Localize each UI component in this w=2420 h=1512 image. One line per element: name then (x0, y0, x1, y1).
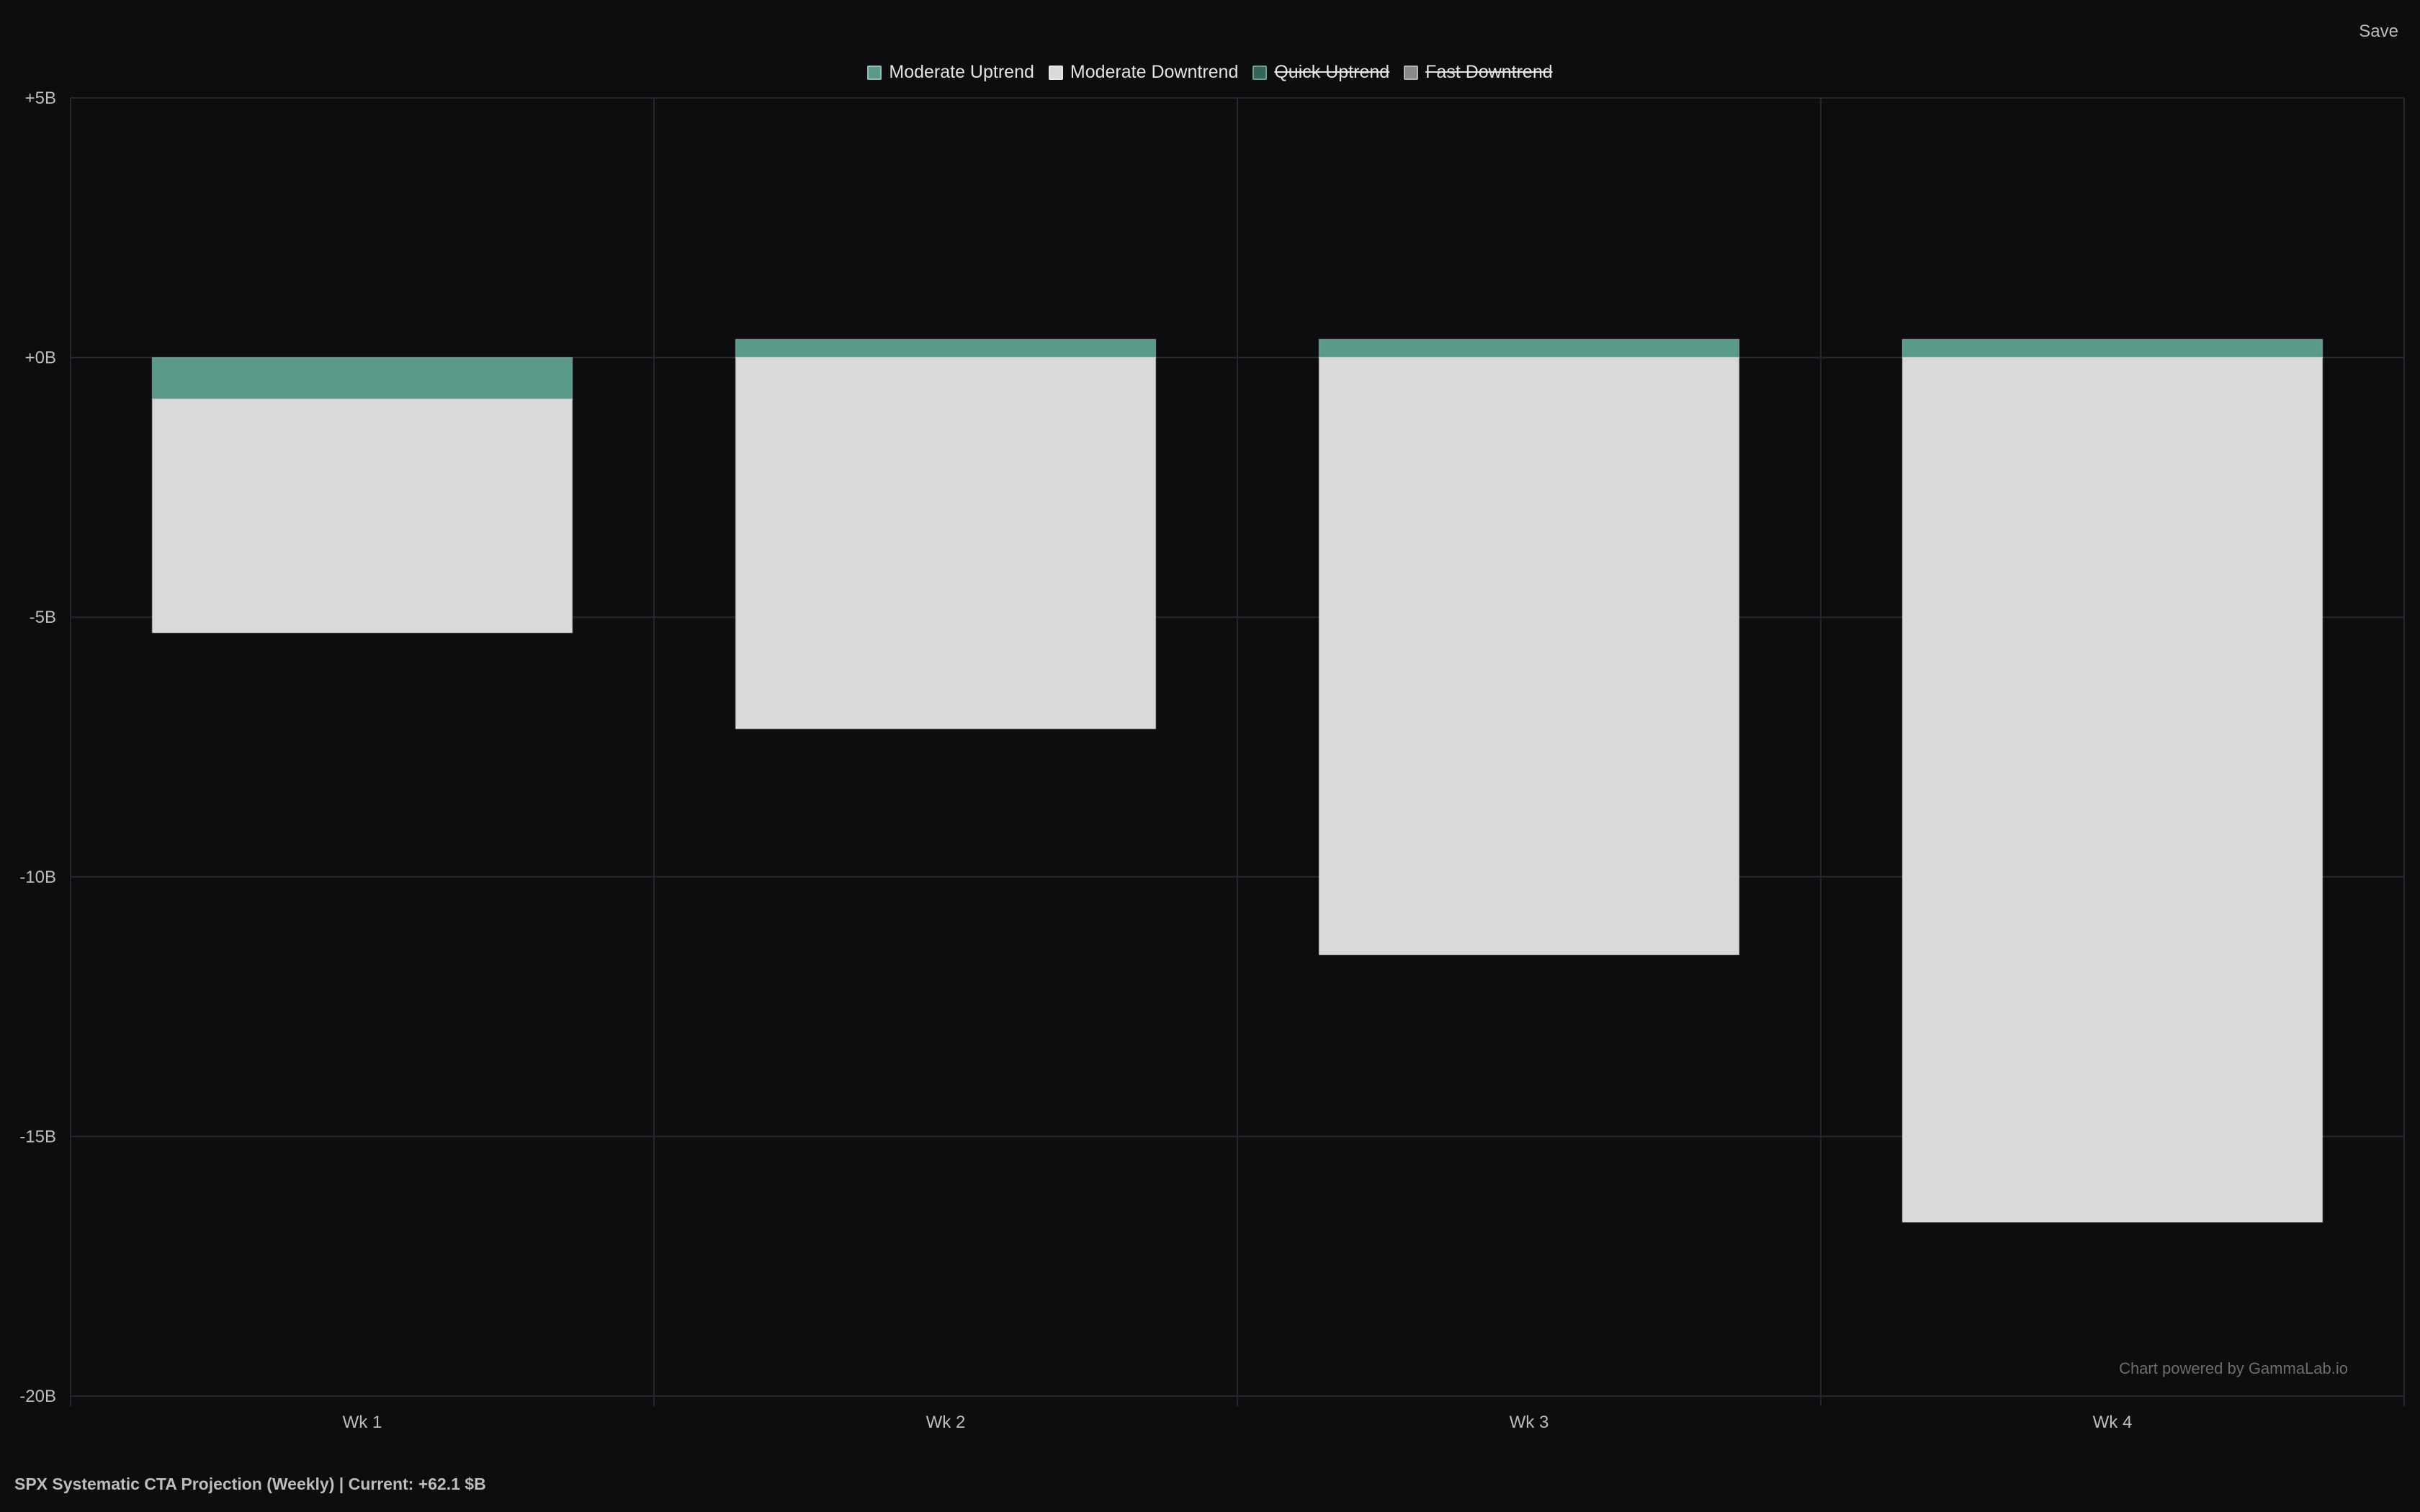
x-tick-label: Wk 1 (343, 1413, 382, 1432)
watermark-text: Chart powered by GammaLab.io (2119, 1359, 2348, 1377)
bar-moderate-uptrend (735, 338, 1157, 359)
x-tick-label: Wk 3 (1510, 1413, 1549, 1432)
x-tick-label: Wk 4 (2093, 1413, 2133, 1432)
bar-moderate-uptrend (151, 356, 573, 400)
y-tick-label: -5B (30, 608, 56, 627)
bar-moderate-downtrend (1318, 356, 1740, 955)
bar-moderate-downtrend (151, 398, 573, 634)
y-tick-label: +5B (25, 89, 56, 108)
bar-moderate-downtrend (735, 356, 1157, 730)
y-tick-label: +0B (25, 348, 56, 368)
bar-moderate-uptrend (1901, 338, 2323, 359)
y-tick-label: -10B (19, 868, 56, 887)
bar-chart: +5B +0B -5B -10B -15B -20B Wk 1 Wk 2 Wk 3 Wk 4 (19, 89, 2405, 1432)
x-tick-label: Wk 2 (926, 1413, 966, 1432)
y-tick-label: -15B (19, 1127, 56, 1146)
chart-footer-title: SPX Systematic CTA Projection (Weekly) |… (14, 1475, 486, 1493)
y-tick-label: -20B (19, 1387, 56, 1406)
bar-moderate-uptrend (1318, 338, 1740, 359)
bar-moderate-downtrend (1901, 356, 2323, 1223)
